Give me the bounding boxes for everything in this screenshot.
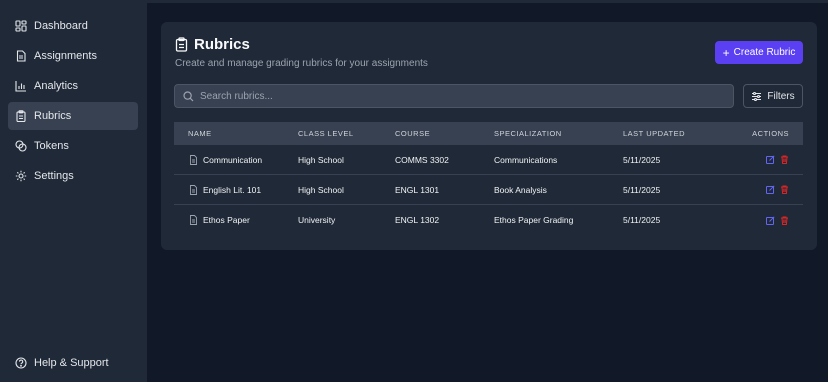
column-header-class-level[interactable]: CLASS LEVEL [298, 129, 395, 138]
sidebar-item-label: Settings [34, 170, 74, 182]
cell-course: ENGL 1301 [395, 184, 440, 195]
filters-label: Filters [767, 90, 795, 102]
column-header-actions: ACTIONS [752, 129, 789, 138]
column-header-course[interactable]: COURSE [395, 129, 494, 138]
create-rubric-label: Create Rubric [733, 47, 796, 58]
document-icon [189, 184, 198, 195]
cell-specialization: Communications [494, 154, 558, 165]
cell-specialization: Ethos Paper Grading [494, 215, 574, 225]
rubric-name: English Lit. 101 [203, 184, 262, 195]
cell-actions [723, 155, 803, 164]
page-subtitle: Create and manage grading rubrics for yo… [175, 58, 428, 69]
help-support-link[interactable]: Help & Support [15, 357, 109, 369]
cell-name: Ethos Paper [174, 215, 298, 225]
sidebar-item-assignments[interactable]: Assignments [8, 42, 138, 70]
rubric-name: Ethos Paper [203, 215, 250, 225]
document-icon [15, 50, 27, 62]
cell-last-updated: 5/11/2025 [623, 184, 661, 195]
cell-specialization: Book Analysis [494, 184, 547, 195]
edit-icon[interactable] [766, 185, 775, 194]
column-header-specialization[interactable]: SPECIALIZATION [494, 129, 623, 138]
bar-chart-icon [15, 80, 27, 92]
sidebar-item-analytics[interactable]: Analytics [8, 72, 138, 100]
cell-name: English Lit. 101 [174, 185, 298, 195]
sidebar: Dashboard Assignments Analytics Rubrics … [0, 0, 147, 382]
table-row[interactable]: Ethos Paper University ENGL 1302 Ethos P… [174, 205, 803, 235]
sidebar-item-rubrics[interactable]: Rubrics [8, 102, 138, 130]
delete-icon[interactable] [780, 155, 789, 164]
sidebar-item-tokens[interactable]: Tokens [8, 132, 138, 160]
sidebar-item-label: Tokens [34, 140, 69, 152]
cell-last-updated: 5/11/2025 [623, 215, 661, 225]
sidebar-item-label: Analytics [34, 80, 79, 92]
page-title: Rubrics [175, 36, 250, 53]
cell-class-level: High School [298, 184, 344, 195]
rubrics-table: NAME CLASS LEVEL COURSE SPECIALIZATION L… [174, 122, 803, 235]
filters-button[interactable]: Filters [743, 84, 803, 108]
plus-icon: + [722, 45, 730, 60]
cell-class-level: University [298, 215, 336, 225]
top-bar [147, 0, 828, 3]
cell-class-level: High School [298, 154, 344, 165]
clipboard-icon [175, 37, 188, 52]
document-icon [189, 215, 198, 225]
table-row[interactable]: Communication High School COMMS 3302 Com… [174, 145, 803, 175]
delete-icon[interactable] [780, 216, 789, 225]
document-icon [189, 154, 198, 165]
cell-actions [723, 185, 803, 194]
help-label: Help & Support [34, 357, 109, 369]
page-title-text: Rubrics [194, 36, 250, 53]
search-icon [183, 90, 194, 101]
coins-icon [15, 140, 27, 152]
cell-last-updated: 5/11/2025 [623, 154, 661, 165]
cell-actions [723, 215, 803, 225]
sidebar-item-label: Dashboard [34, 20, 88, 32]
edit-icon[interactable] [766, 215, 775, 225]
rubric-name: Communication [203, 154, 263, 165]
dashboard-icon [15, 20, 27, 32]
help-icon [15, 357, 27, 369]
rubrics-card: Rubrics Create and manage grading rubric… [161, 22, 817, 250]
cell-course: ENGL 1302 [395, 215, 440, 225]
delete-icon[interactable] [780, 185, 789, 194]
column-header-name[interactable]: NAME [174, 129, 298, 138]
table-row[interactable]: English Lit. 101 High School ENGL 1301 B… [174, 175, 803, 205]
sidebar-item-settings[interactable]: Settings [8, 162, 138, 190]
sliders-icon [752, 91, 762, 101]
edit-icon[interactable] [766, 155, 775, 164]
gear-icon [15, 170, 27, 182]
search-box [174, 84, 734, 108]
clipboard-icon [15, 110, 27, 122]
create-rubric-button[interactable]: + Create Rubric [715, 41, 803, 64]
sidebar-item-label: Assignments [34, 50, 97, 62]
table-header: NAME CLASS LEVEL COURSE SPECIALIZATION L… [174, 122, 803, 145]
column-header-last-updated[interactable]: LAST UPDATED [623, 129, 723, 138]
sidebar-item-dashboard[interactable]: Dashboard [8, 12, 138, 40]
search-input[interactable] [200, 90, 720, 102]
sidebar-item-label: Rubrics [34, 110, 72, 122]
cell-name: Communication [174, 155, 298, 165]
cell-course: COMMS 3302 [395, 154, 449, 165]
